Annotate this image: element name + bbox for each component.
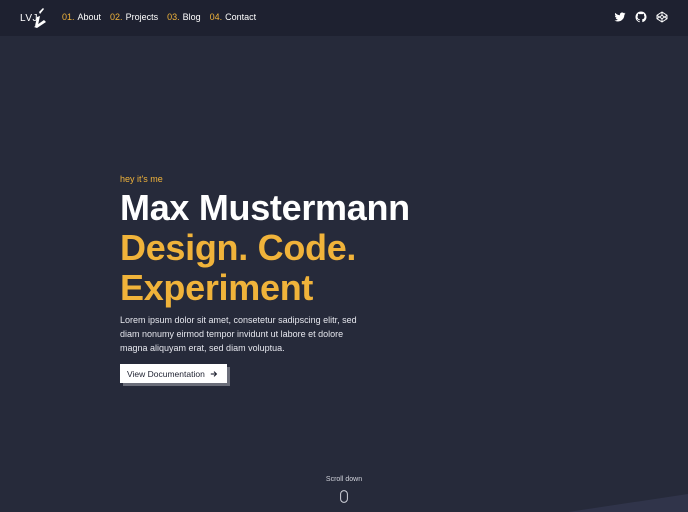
scroll-down-label: Scroll down (325, 476, 363, 483)
hero-tagline-line1: Design. Code. (120, 227, 357, 268)
menu-item-number: 04. (209, 12, 223, 22)
scroll-down-indicator[interactable]: Scroll down (314, 476, 374, 503)
menu-item-label: Projects (125, 12, 159, 22)
menu-item-projects[interactable]: 02. Projects (110, 12, 158, 22)
menu-item-about[interactable]: 01. About (62, 12, 101, 22)
arrow-right-icon (210, 370, 218, 377)
menu-item-number: 02. (110, 12, 123, 22)
github-icon[interactable] (635, 11, 647, 23)
social-links (614, 11, 668, 23)
menu-item-blog[interactable]: 03. Blog (167, 12, 201, 22)
hero-section: hey it's me Max Mustermann Design. Code.… (120, 174, 480, 383)
menu-item-contact[interactable]: 04. Contact (210, 12, 257, 22)
navbar: LVJ 01. About 02. Projects 03. Blog 04. (0, 0, 688, 36)
menu-item-label: Contact (225, 12, 257, 22)
hero-greeting: hey it's me (120, 174, 163, 184)
hero-description: Lorem ipsum dolor sit amet, consetetur s… (120, 315, 357, 353)
mouse-icon (340, 490, 348, 503)
menu-item-number: 03. (167, 12, 180, 22)
codepen-icon[interactable] (656, 11, 668, 23)
hero-tagline-line2: Experiment (120, 267, 314, 308)
menu-item-label: Blog (182, 12, 201, 22)
hero-name: Max Mustermann (120, 187, 410, 228)
decorative-wedge (568, 494, 688, 512)
menu-item-label: About (77, 12, 102, 22)
page: LVJ 01. About 02. Projects 03. Blog 04. (0, 0, 688, 512)
logo-mark-icon (34, 8, 46, 28)
view-documentation-button[interactable]: View Documentation (120, 364, 227, 383)
cta-label: View Documentation (127, 368, 205, 379)
menu-item-number: 01. (62, 12, 75, 22)
main-menu: 01. About 02. Projects 03. Blog 04. Cont… (62, 12, 256, 22)
twitter-icon[interactable] (614, 11, 626, 23)
logo[interactable]: LVJ (20, 7, 48, 29)
